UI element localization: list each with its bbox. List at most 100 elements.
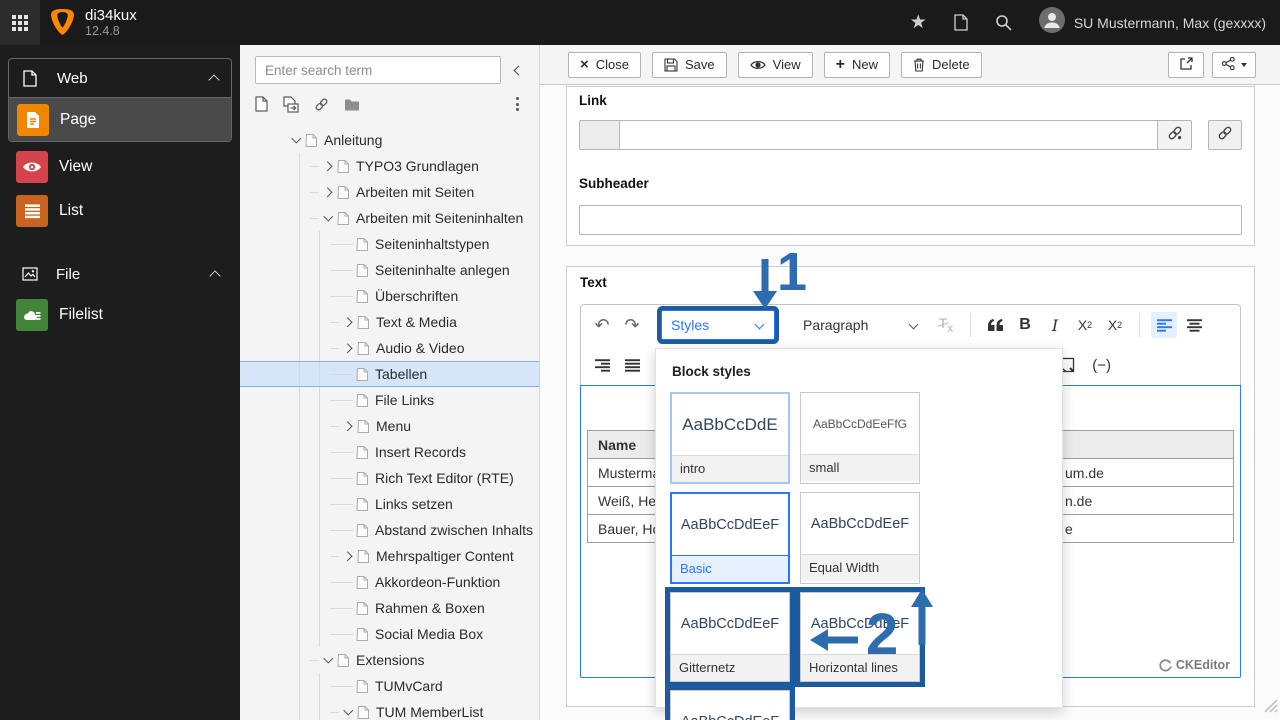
tree-item-rahmen-boxen[interactable]: Rahmen & Boxen bbox=[240, 595, 539, 621]
tree-item-social-media-box[interactable]: Social Media Box bbox=[240, 621, 539, 647]
style-tile-equal-width[interactable]: AaBbCcDdEeF Equal Width bbox=[800, 492, 920, 584]
document-icon[interactable] bbox=[954, 14, 968, 31]
style-tile-small[interactable]: AaBbCcDdEeFfG small bbox=[800, 392, 920, 484]
redo-button[interactable]: ↷ bbox=[619, 312, 645, 338]
chevron-right-icon[interactable] bbox=[342, 342, 354, 354]
styles-dropdown-button[interactable]: Styles bbox=[661, 310, 775, 340]
tree-item-audio-video[interactable]: Audio & Video bbox=[240, 335, 539, 361]
style-tile-basic[interactable]: AaBbCcDdEeF Basic bbox=[670, 492, 790, 584]
docheader: × Close Save View + New Delete bbox=[540, 45, 1280, 85]
undo-button[interactable]: ↶ bbox=[589, 312, 615, 338]
tree-item-menu[interactable]: Menu bbox=[240, 413, 539, 439]
tree-item-tabellen[interactable]: Tabellen bbox=[240, 361, 539, 387]
page-icon bbox=[357, 549, 370, 564]
chevron-down-icon[interactable] bbox=[290, 134, 302, 146]
remove-format-button[interactable]: Tx bbox=[933, 312, 959, 338]
tree-item-akkordeon-funktion[interactable]: Akkordeon-Funktion bbox=[240, 569, 539, 595]
module-grid-button[interactable] bbox=[0, 0, 40, 45]
folder-icon[interactable] bbox=[344, 98, 360, 111]
module-item-view[interactable]: View bbox=[8, 145, 232, 189]
style-tile-horizontal-lines[interactable]: AaBbCcDdEeF Horizontal lines bbox=[800, 592, 920, 682]
tree-item-tumvcard[interactable]: TUMvCard bbox=[240, 673, 539, 699]
module-item-list[interactable]: List bbox=[8, 189, 232, 233]
typo3-logo bbox=[50, 9, 75, 36]
tree-item-insert-records[interactable]: Insert Records bbox=[240, 439, 539, 465]
module-item-filelist[interactable]: Filelist bbox=[8, 293, 232, 337]
search-icon[interactable] bbox=[995, 14, 1012, 31]
tree-search-input[interactable] bbox=[255, 56, 501, 84]
paragraph-format-dropdown[interactable]: Paragraph bbox=[799, 310, 923, 340]
tree-item-überschriften[interactable]: Überschriften bbox=[240, 283, 539, 309]
open-in-new-window-button[interactable] bbox=[1168, 51, 1204, 78]
tree-item-file-links[interactable]: File Links bbox=[240, 387, 539, 413]
module-group-header-web[interactable]: Web bbox=[9, 59, 231, 97]
tree-item-label: Rich Text Editor (RTE) bbox=[375, 470, 514, 486]
subheader-input[interactable] bbox=[579, 205, 1242, 235]
collapse-tree-button[interactable] bbox=[505, 58, 529, 82]
bold-button[interactable]: B bbox=[1012, 312, 1038, 338]
tree-item-seiteninhalte-anlegen[interactable]: Seiteninhalte anlegen bbox=[240, 257, 539, 283]
chevron-down-icon[interactable] bbox=[322, 212, 334, 224]
style-preview: AaBbCcDdEeF bbox=[810, 515, 910, 532]
delete-button[interactable]: Delete bbox=[900, 51, 982, 78]
style-tile-gitternetz[interactable]: AaBbCcDdEeF Gitternetz bbox=[670, 592, 790, 682]
tree-item-links-setzen[interactable]: Links setzen bbox=[240, 491, 539, 517]
tree-more-menu-icon[interactable] bbox=[512, 95, 523, 113]
site-title: di34kux 12.4.8 bbox=[85, 7, 137, 39]
chevron-down-icon[interactable] bbox=[322, 654, 334, 666]
view-module-icon bbox=[16, 151, 48, 183]
resize-grip[interactable] bbox=[1262, 697, 1278, 718]
share-button[interactable] bbox=[1212, 51, 1256, 78]
chevron-right-icon[interactable] bbox=[342, 420, 354, 432]
style-tile-intro[interactable]: AaBbCcDdE intro bbox=[670, 392, 790, 484]
module-group-header-file[interactable]: File bbox=[8, 255, 232, 293]
tree-item-anleitung[interactable]: Anleitung bbox=[240, 127, 539, 153]
chevron-down-icon[interactable] bbox=[342, 706, 354, 718]
page-icon bbox=[356, 237, 369, 252]
tree-item-tum-memberlist[interactable]: TUM MemberList bbox=[240, 699, 539, 720]
align-center-button[interactable] bbox=[1181, 312, 1207, 338]
tree-item-abstand-zwischen-inhalts[interactable]: Abstand zwischen Inhalts bbox=[240, 517, 539, 543]
chevron-right-icon[interactable] bbox=[322, 186, 334, 198]
align-justify-button[interactable] bbox=[619, 352, 645, 378]
close-button[interactable]: × Close bbox=[568, 51, 642, 78]
bookmark-star-icon[interactable]: ★ bbox=[910, 13, 927, 32]
link-picker-button[interactable] bbox=[1208, 120, 1242, 150]
new-shortcut-page-icon[interactable] bbox=[283, 95, 299, 113]
view-button[interactable]: View bbox=[737, 51, 813, 78]
tree-item-typo3-grundlagen[interactable]: TYPO3 Grundlagen bbox=[240, 153, 539, 179]
save-button[interactable]: Save bbox=[652, 51, 727, 78]
link-input[interactable] bbox=[619, 120, 1158, 150]
chevron-right-icon[interactable] bbox=[322, 160, 334, 172]
page-icon bbox=[356, 523, 369, 538]
style-label: Horizontal lines bbox=[801, 654, 919, 681]
subscript-button[interactable]: X2 bbox=[1072, 312, 1098, 338]
link-browser-button[interactable] bbox=[1158, 120, 1192, 150]
tree-item-extensions[interactable]: Extensions bbox=[240, 647, 539, 673]
superscript-button[interactable]: X2 bbox=[1102, 312, 1128, 338]
tree-item-arbeiten-mit-seiteninhalten[interactable]: Arbeiten mit Seiteninhalten bbox=[240, 205, 539, 231]
tree-item-seiteninhaltstypen[interactable]: Seiteninhaltstypen bbox=[240, 231, 539, 257]
align-left-button[interactable] bbox=[1151, 312, 1177, 338]
tree-item-label: Links setzen bbox=[375, 496, 453, 512]
new-button[interactable]: + New bbox=[823, 51, 890, 78]
tree-item-label: Seiteninhalte anlegen bbox=[375, 262, 510, 278]
block-styles-title: Block styles bbox=[672, 364, 751, 379]
blockquote-button[interactable] bbox=[982, 312, 1008, 338]
file-group-icon bbox=[22, 267, 40, 281]
tree-item-arbeiten-mit-seiten[interactable]: Arbeiten mit Seiten bbox=[240, 179, 539, 205]
soft-hyphen-button[interactable]: (−) bbox=[1092, 357, 1111, 374]
tree-item-rich-text-editor-rte[interactable]: Rich Text Editor (RTE) bbox=[240, 465, 539, 491]
chevron-right-icon[interactable] bbox=[342, 550, 354, 562]
style-tile-bordered[interactable]: AaBbCcDdEeFBordered bbox=[670, 690, 790, 720]
align-right-button[interactable] bbox=[589, 352, 615, 378]
tree-item-text-media[interactable]: Text & Media bbox=[240, 309, 539, 335]
user-menu[interactable]: SU Mustermann, Max (gexxxx) bbox=[1038, 7, 1266, 38]
chevron-right-icon[interactable] bbox=[342, 316, 354, 328]
new-page-icon[interactable] bbox=[255, 96, 268, 112]
link-icon[interactable] bbox=[314, 97, 329, 112]
page-module-icon bbox=[17, 103, 49, 136]
module-item-page[interactable]: Page bbox=[9, 97, 231, 141]
tree-item-mehrspaltiger-content[interactable]: Mehrspaltiger Content bbox=[240, 543, 539, 569]
italic-button[interactable]: I bbox=[1042, 312, 1068, 338]
